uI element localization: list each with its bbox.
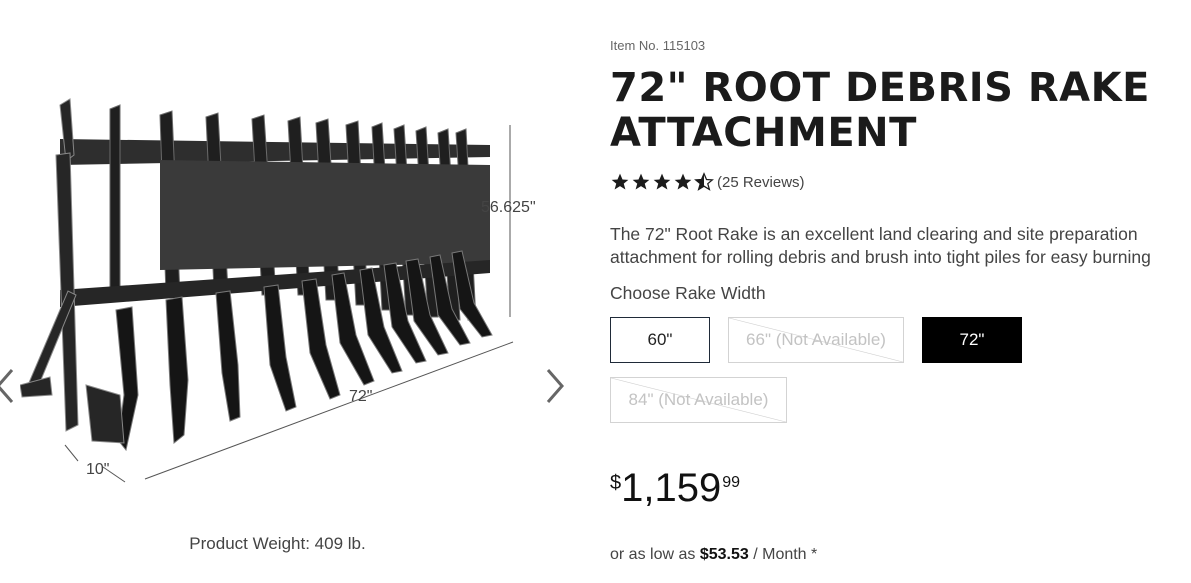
product-image: 56.625" 72" 10": [20, 98, 536, 483]
choose-width-label: Choose Rake Width: [610, 283, 766, 303]
width-option-84[interactable]: 84" (Not Available): [610, 377, 787, 423]
financing-amount: $53.53: [699, 546, 749, 563]
width-option-label: 60": [647, 330, 673, 349]
chevron-right-icon[interactable]: [540, 366, 570, 406]
star-full-icon: [653, 173, 671, 190]
star-rating: [610, 172, 715, 192]
width-option-72[interactable]: 72": [922, 317, 1022, 363]
price-currency: $: [610, 472, 622, 494]
item-number: Item No. 115103: [610, 38, 706, 53]
rating[interactable]: (25 Reviews): [610, 170, 805, 194]
price-dollars: 1,159: [621, 466, 722, 510]
dimension-depth-label: 10": [86, 461, 109, 478]
financing-prefix: or as low as: [610, 546, 696, 563]
price: $ 1,159 99: [610, 466, 740, 510]
width-option-60[interactable]: 60": [610, 317, 710, 363]
width-option-label: 84" (Not Available): [628, 390, 769, 409]
star-full-icon: [611, 173, 629, 190]
star-full-icon: [632, 173, 650, 190]
product-weight: Product Weight: 409 lb.: [189, 534, 366, 553]
reviews-link[interactable]: (25 Reviews): [717, 174, 805, 191]
product-gallery: 56.625" 72" 10" Product Weight: 409 lb.: [0, 0, 590, 583]
width-option-label: 72": [959, 330, 985, 349]
star-full-icon: [674, 173, 692, 190]
financing-suffix: / Month *: [753, 546, 818, 563]
width-option-label: 66" (Not Available): [746, 330, 886, 349]
product-title: 72" ROOT DEBRIS RAKE ATTACHMENT: [610, 65, 1150, 156]
chevron-left-icon[interactable]: [0, 366, 22, 406]
price-cents: 99: [722, 474, 741, 491]
product-description: The 72" Root Rake is an excellent land c…: [610, 224, 1151, 267]
financing-text: or as low as $53.53 / Month *: [610, 546, 817, 564]
width-option-66[interactable]: 66" (Not Available): [728, 317, 904, 363]
dimension-width-label: 72": [349, 388, 372, 405]
star-half-icon: [694, 172, 714, 191]
dimension-height-label: 56.625": [481, 199, 536, 216]
